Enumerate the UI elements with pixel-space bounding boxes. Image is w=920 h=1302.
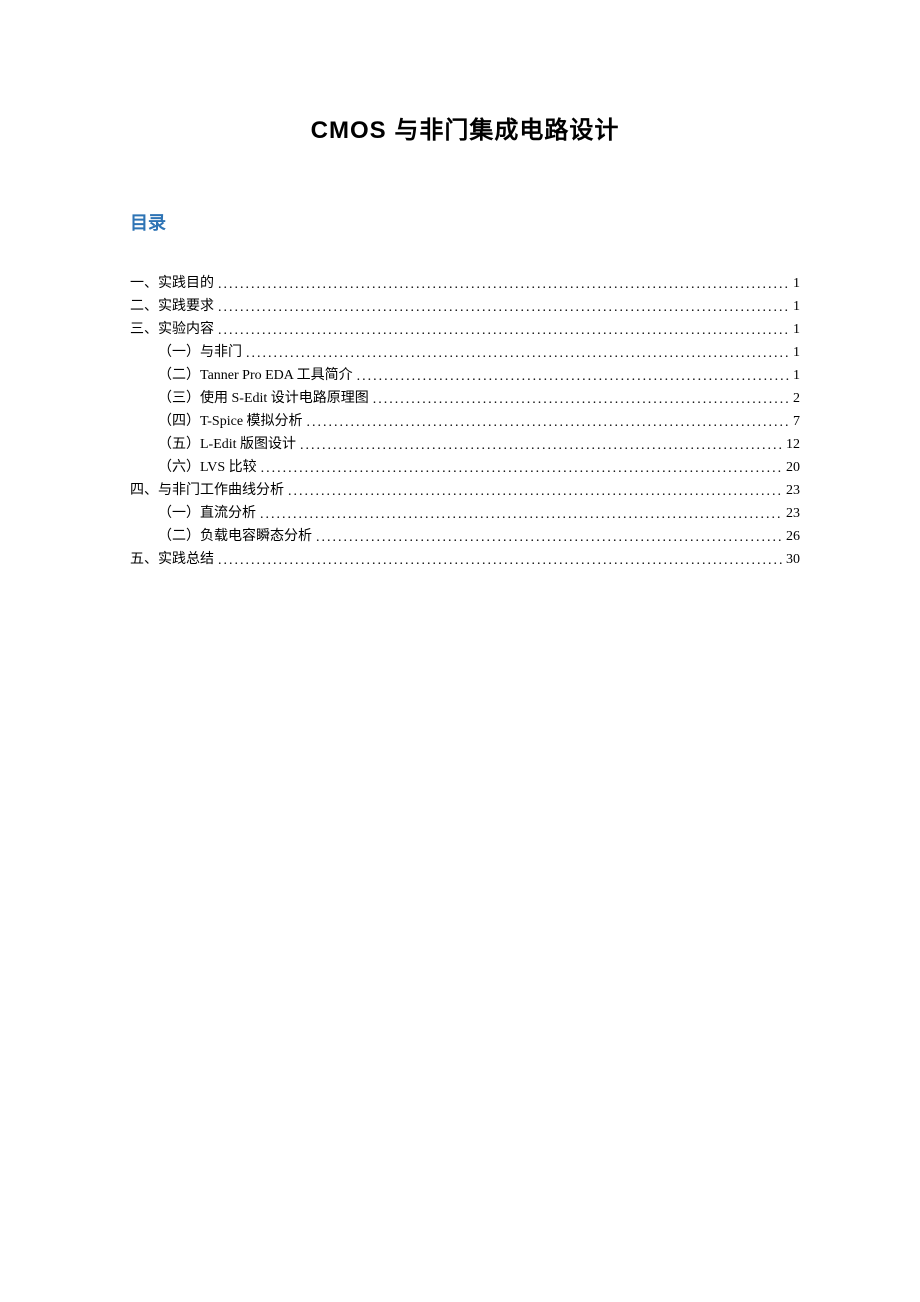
toc-leader-dots [246,347,789,361]
toc-leader-dots [300,439,782,453]
toc-label: （五）L-Edit 版图设计 [158,438,296,452]
toc-label: 五、实践总结 [130,553,214,567]
toc-leader-dots [316,531,782,545]
toc-label: （一）直流分析 [158,507,256,521]
toc-entry: 一、实践目的 1 [130,277,800,291]
toc-page: 1 [793,323,800,337]
toc-leader-dots [218,278,789,292]
toc-entry: （四）T-Spice 模拟分析 7 [130,415,800,429]
toc-heading: 目录 [130,209,800,235]
toc-entry: 三、实验内容 1 [130,323,800,337]
toc-label: 三、实验内容 [130,323,214,337]
toc-leader-dots [288,485,782,499]
toc-entry: （五）L-Edit 版图设计 12 [130,438,800,452]
toc-entry: （一）与非门 1 [130,346,800,360]
toc-page: 7 [793,415,800,429]
toc-page: 26 [786,530,800,544]
toc-leader-dots [307,416,789,430]
toc-leader-dots [218,301,789,315]
toc-page: 20 [786,461,800,475]
toc-entry: （一）直流分析 23 [130,507,800,521]
toc-page: 23 [786,484,800,498]
toc-label: （三）使用 S-Edit 设计电路原理图 [158,392,369,406]
toc-page: 23 [786,507,800,521]
toc-entry: 四、与非门工作曲线分析 23 [130,484,800,498]
toc-page: 1 [793,277,800,291]
toc-leader-dots [218,554,782,568]
toc-label: 一、实践目的 [130,277,214,291]
toc-page: 1 [793,369,800,383]
toc-entry: （六）LVS 比较 20 [130,461,800,475]
toc-entry: 五、实践总结 30 [130,553,800,567]
toc-leader-dots [373,393,789,407]
document-title: CMOS 与非门集成电路设计 [130,110,800,145]
toc-page: 2 [793,392,800,406]
toc-leader-dots [260,508,782,522]
toc-label: 二、实践要求 [130,300,214,314]
toc-label: （四）T-Spice 模拟分析 [158,415,303,429]
toc-leader-dots [218,324,789,338]
toc-page: 1 [793,300,800,314]
toc-page: 30 [786,553,800,567]
toc-label: 四、与非门工作曲线分析 [130,484,284,498]
toc-label: （二）Tanner Pro EDA 工具简介 [158,369,353,383]
toc-list: 一、实践目的 1 二、实践要求 1 三、实验内容 1 （一）与非门 1 （二）T… [130,277,800,567]
toc-entry: 二、实践要求 1 [130,300,800,314]
toc-entry: （三）使用 S-Edit 设计电路原理图 2 [130,392,800,406]
toc-label: （一）与非门 [158,346,242,360]
toc-entry: （二）Tanner Pro EDA 工具简介 1 [130,369,800,383]
toc-leader-dots [261,462,782,476]
toc-page: 1 [793,346,800,360]
toc-entry: （二）负载电容瞬态分析 26 [130,530,800,544]
toc-label: （二）负载电容瞬态分析 [158,530,312,544]
toc-leader-dots [357,370,789,384]
toc-label: （六）LVS 比较 [158,461,257,475]
toc-page: 12 [786,438,800,452]
